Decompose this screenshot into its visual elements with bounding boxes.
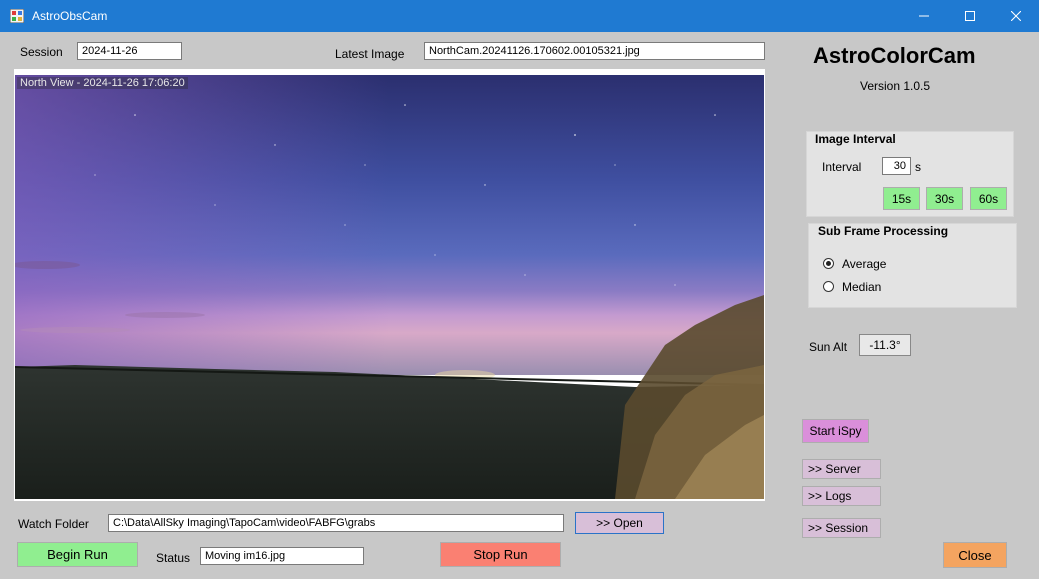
session-input[interactable]: 2024-11-26 (77, 42, 182, 60)
session-label: Session (20, 45, 63, 59)
app-version: Version 1.0.5 (860, 79, 931, 93)
watch-folder-label: Watch Folder (18, 517, 89, 531)
preview-overlay-caption: North View - 2024-11-26 17:06:20 (17, 77, 188, 89)
interval-60s-button[interactable]: 60s (970, 187, 1007, 210)
status-label: Status (156, 551, 191, 565)
open-folder-button[interactable]: >> Open (575, 512, 664, 534)
maximize-icon (965, 11, 975, 21)
interval-15s-button[interactable]: 15s (883, 187, 920, 210)
average-radio[interactable] (823, 258, 834, 269)
maximize-button[interactable] (947, 0, 993, 32)
sub-frame-title: Sub Frame Processing (818, 224, 949, 238)
sky-image (15, 75, 764, 499)
average-radio-label: Average (842, 257, 887, 271)
watch-folder-input[interactable]: C:\Data\AllSky Imaging\TapoCam\video\FAB… (108, 514, 564, 532)
image-interval-title: Image Interval (815, 132, 896, 146)
close-window-button[interactable] (993, 0, 1039, 32)
window-title: AstroObsCam (32, 9, 108, 23)
median-radio-label: Median (842, 280, 882, 294)
server-button[interactable]: >> Server (802, 459, 881, 479)
interval-input[interactable]: 30 (882, 157, 911, 175)
median-radio[interactable] (823, 281, 834, 292)
minimize-icon (919, 15, 929, 17)
latest-image-label: Latest Image (335, 47, 405, 61)
minimize-button[interactable] (901, 0, 947, 32)
latest-image-input[interactable]: NorthCam.20241126.170602.00105321.jpg (424, 42, 765, 60)
image-preview (14, 69, 765, 501)
interval-30s-button[interactable]: 30s (926, 187, 963, 210)
close-button[interactable]: Close (943, 542, 1007, 568)
logs-button[interactable]: >> Logs (802, 486, 881, 506)
sun-alt-value: -11.3° (859, 334, 911, 356)
interval-label: Interval (822, 160, 862, 174)
title-bar[interactable]: AstroObsCam (0, 0, 1039, 32)
interval-unit: s (915, 160, 921, 174)
app-name: AstroColorCam (813, 43, 976, 68)
close-icon (1011, 11, 1021, 21)
start-ispy-button[interactable]: Start iSpy (802, 419, 869, 443)
session-button[interactable]: >> Session (802, 518, 881, 538)
begin-run-button[interactable]: Begin Run (17, 542, 138, 567)
stop-run-button[interactable]: Stop Run (440, 542, 561, 567)
status-input[interactable]: Moving im16.jpg (200, 547, 364, 565)
app-icon (10, 9, 24, 23)
sun-alt-label: Sun Alt (809, 340, 848, 354)
